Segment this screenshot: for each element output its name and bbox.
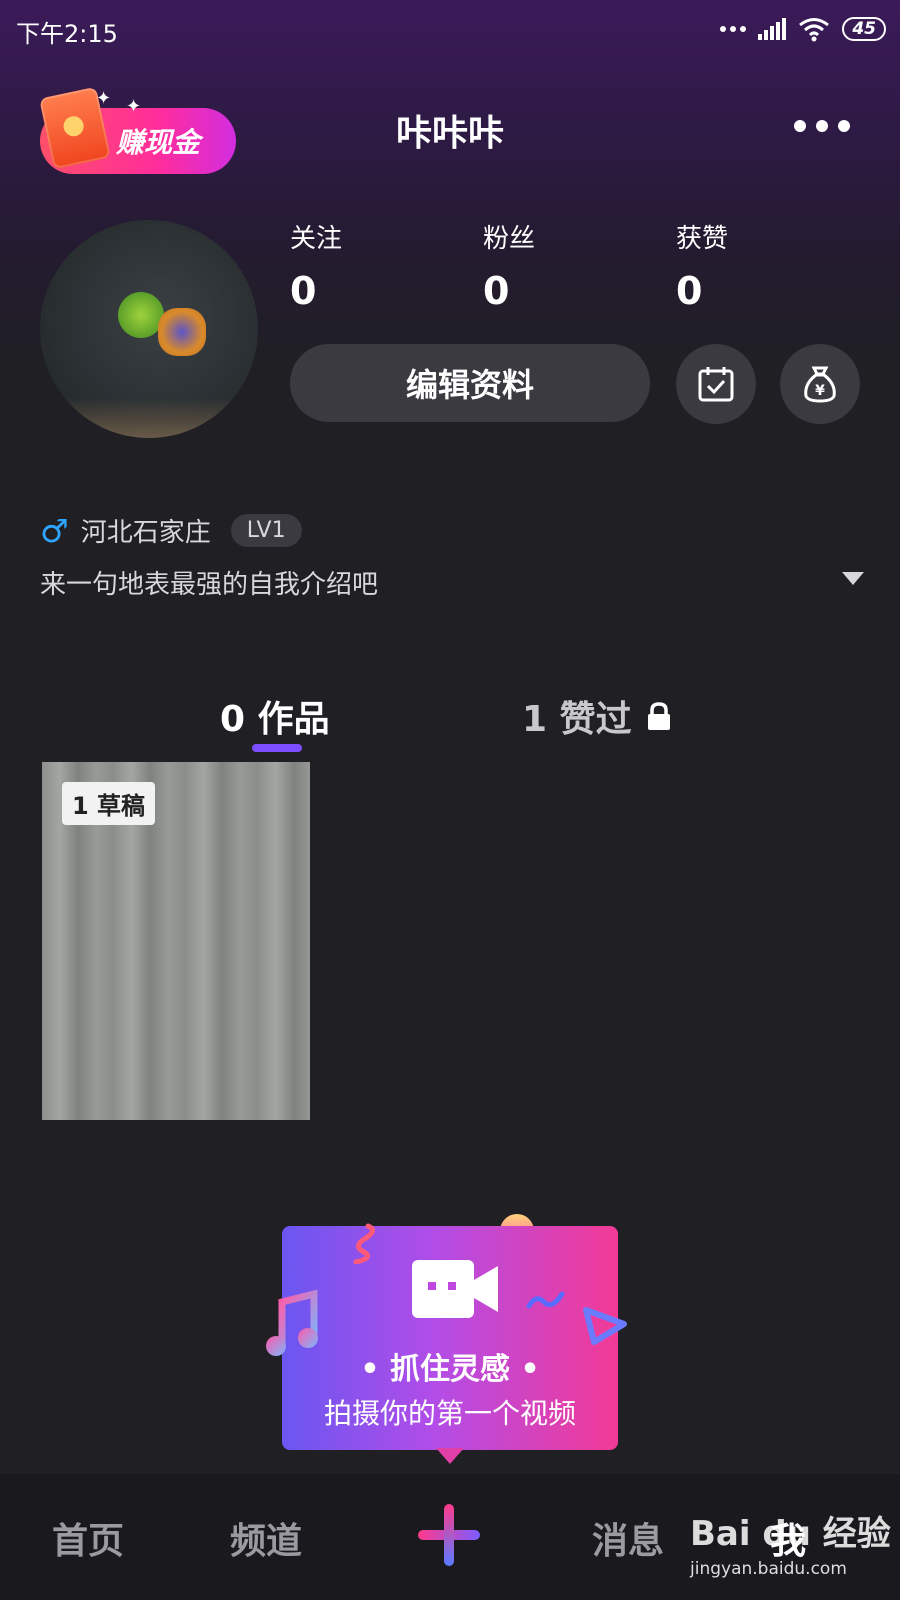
stat-value: 0 [290, 269, 317, 313]
watermark-brand: Bai du 经验 [690, 1514, 891, 1554]
status-bar: 下午2:15 45 [0, 0, 900, 60]
profile-info-row: ♂ 河北石家庄 LV1 [40, 512, 302, 549]
edit-profile-button[interactable]: 编辑资料 [290, 344, 650, 422]
cta-title: • 抓住灵感 • [360, 1352, 540, 1387]
lock-icon [647, 702, 670, 730]
active-tab-indicator [252, 744, 302, 752]
status-icons: 45 [720, 16, 886, 42]
tab-label: 0 作品 [220, 699, 330, 740]
wallet-button[interactable]: ¥ [780, 344, 860, 424]
profile-stats: 关注 0 粉丝 0 获赞 0 [290, 218, 870, 313]
stat-likes[interactable]: 获赞 0 [676, 218, 869, 313]
stat-value: 0 [676, 269, 703, 313]
check-in-button[interactable] [676, 344, 756, 424]
cta-subtitle: 拍摄你的第一个视频 [323, 1397, 576, 1430]
squiggle-decoration-icon [353, 1223, 375, 1264]
nav-home[interactable]: 首页 [52, 1512, 124, 1564]
stat-label: 粉丝 [483, 224, 536, 254]
money-bag-icon: ¥ [804, 366, 836, 403]
watermark-url: jingyan.baidu.com [690, 1559, 847, 1579]
record-first-video-card[interactable]: • 抓住灵感 • 拍摄你的第一个视频 [282, 1223, 618, 1450]
bio-text[interactable]: 来一句地表最强的自我介绍吧 [40, 564, 378, 601]
stat-following[interactable]: 关注 0 [290, 218, 483, 313]
stat-label: 关注 [290, 224, 343, 254]
draft-count-badge: 1 草稿 [62, 782, 156, 825]
baidu-watermark: Bai du 经验 jingyan.baidu.com [690, 1506, 891, 1579]
cta-pointer [436, 1448, 464, 1464]
more-notifications-icon [720, 26, 747, 32]
location-text: 河北石家庄 [80, 518, 211, 548]
music-note-icon [266, 1290, 318, 1356]
tab-liked[interactable]: 1 赞过 [522, 690, 672, 742]
status-time: 下午2:15 [16, 20, 118, 48]
more-options-icon[interactable] [794, 120, 850, 132]
stat-label: 获赞 [676, 224, 729, 254]
create-plus-button[interactable] [418, 1504, 480, 1566]
stat-value: 0 [483, 269, 510, 313]
expand-chevron-icon[interactable] [842, 572, 864, 585]
svg-text:¥: ¥ [815, 383, 825, 399]
page-title: 咔咔咔 [395, 113, 504, 154]
draft-thumbnail[interactable]: 1 草稿 [42, 762, 310, 1120]
play-triangle-icon [583, 1307, 627, 1345]
calendar-check-icon [698, 367, 734, 402]
wave-decoration-icon [526, 1291, 565, 1309]
signal-icon [758, 18, 787, 40]
nav-messages[interactable]: 消息 [592, 1512, 664, 1564]
wifi-icon [799, 18, 830, 42]
stat-followers[interactable]: 粉丝 0 [483, 218, 676, 313]
battery-indicator: 45 [842, 17, 886, 41]
tab-label: 1 赞过 [522, 699, 632, 740]
tab-works[interactable]: 0 作品 [220, 690, 330, 742]
video-camera-icon [412, 1260, 498, 1318]
male-gender-icon: ♂ [40, 511, 69, 550]
avatar[interactable] [40, 220, 258, 438]
nav-channel[interactable]: 频道 [230, 1512, 302, 1564]
level-badge: LV1 [230, 514, 302, 547]
